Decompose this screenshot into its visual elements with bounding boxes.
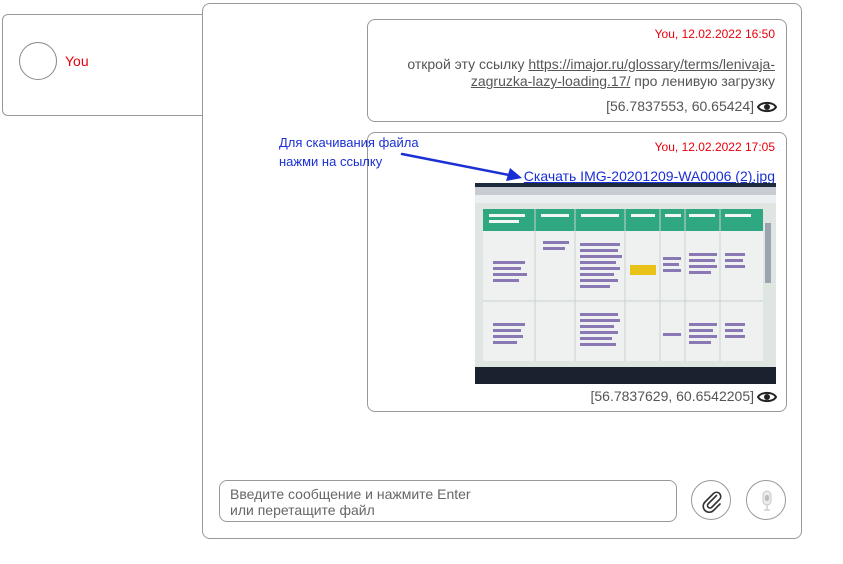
download-link[interactable]: Скачать IMG-20201209-WA0006 (2).jpg — [524, 168, 775, 184]
record-button[interactable] — [746, 480, 786, 520]
message-text: открой эту ссылку https://imajor.ru/glos… — [385, 56, 775, 90]
message-input-placeholder: Введите сообщение и нажмите Enter или пе… — [230, 486, 471, 518]
eye-icon[interactable] — [757, 100, 777, 114]
attached-image-photo — [475, 183, 776, 384]
chat-panel: You, 12.02.2022 16:50 открой эту ссылку … — [202, 3, 802, 539]
attach-button[interactable] — [691, 480, 731, 520]
user-card[interactable]: You — [2, 14, 214, 116]
paperclip-icon — [702, 491, 722, 513]
message-coords: [56.7837553, 60.65424] — [606, 98, 754, 114]
message-bubble: You, 12.02.2022 16:50 открой эту ссылку … — [367, 19, 787, 122]
message-text-before: открой эту ссылку — [407, 56, 529, 72]
microphone-icon — [762, 490, 772, 511]
message-meta: You, 12.02.2022 17:05 — [654, 140, 775, 154]
attached-image[interactable] — [475, 183, 776, 384]
message-meta: You, 12.02.2022 16:50 — [654, 27, 775, 41]
eye-icon[interactable] — [757, 390, 777, 404]
message-text-after: про ленивую загрузку — [630, 73, 775, 89]
avatar — [19, 42, 57, 80]
annotation-arrow-icon — [400, 152, 522, 181]
message-input[interactable]: Введите сообщение и нажмите Enter или пе… — [219, 480, 677, 522]
message-coords: [56.7837629, 60.6542205] — [590, 388, 755, 404]
user-name: You — [65, 53, 89, 69]
